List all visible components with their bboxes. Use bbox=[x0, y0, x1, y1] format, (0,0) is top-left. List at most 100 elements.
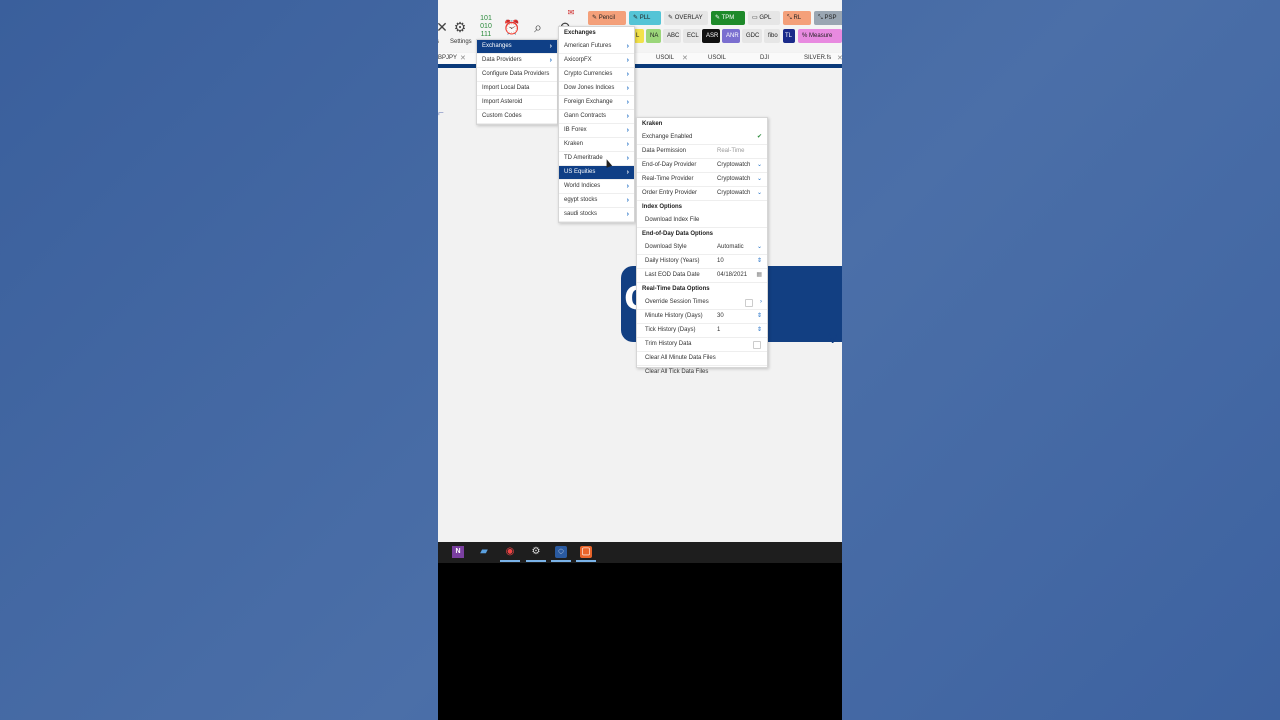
exchange-saudi-stocks[interactable]: saudi stocks › bbox=[559, 208, 634, 222]
chevron-right-icon: › bbox=[549, 57, 552, 64]
close-icon[interactable]: ✕ bbox=[682, 54, 688, 62]
gdc-button[interactable]: GDC bbox=[742, 29, 762, 43]
download-style-select[interactable]: Download Style Automatic ⌄ bbox=[637, 241, 767, 255]
tl-button[interactable]: TL bbox=[783, 29, 795, 43]
calendar-icon[interactable]: ▦ bbox=[756, 269, 762, 282]
chevron-right-icon: › bbox=[626, 127, 629, 134]
override-session-checkbox[interactable] bbox=[745, 299, 753, 307]
tab-dji[interactable]: DJI bbox=[760, 55, 769, 61]
chevron-down-icon: ⌄ bbox=[756, 176, 762, 182]
close-icon[interactable]: ✕ bbox=[460, 54, 466, 62]
partial-tool-label: s bbox=[438, 39, 439, 45]
pencil-button[interactable]: ✎ Pencil bbox=[588, 11, 626, 25]
chevron-right-icon[interactable]: › bbox=[760, 296, 762, 309]
chevron-right-icon: › bbox=[626, 85, 629, 92]
alarm-icon[interactable]: ⏰ bbox=[500, 15, 524, 39]
tick-history-stepper[interactable]: Tick History (Days) 1 ⇕ bbox=[637, 324, 767, 338]
fibo-button[interactable]: fibo bbox=[764, 29, 780, 43]
menu-item-exchanges[interactable]: Exchanges › bbox=[477, 40, 557, 54]
ecl-button[interactable]: ECL bbox=[683, 29, 701, 43]
exchange-enabled-row[interactable]: Exchange Enabled ✔ bbox=[637, 131, 767, 145]
stepper-icon[interactable]: ⇕ bbox=[757, 324, 762, 337]
trim-history-checkbox[interactable] bbox=[753, 341, 761, 349]
mail-icon[interactable]: ✉ bbox=[566, 8, 576, 18]
pll-button[interactable]: ✎ PLL bbox=[629, 11, 661, 25]
exchanges-submenu: Exchanges American Futures › AxicorpFX › C… bbox=[558, 26, 635, 223]
clear-minute-files-button[interactable]: Clear All Minute Data Files bbox=[637, 352, 767, 366]
binary-icon[interactable]: 101 010 111 bbox=[474, 15, 498, 39]
oe-provider-select[interactable]: Order Entry Provider Cryptowatch ⌄ bbox=[637, 187, 767, 201]
tab-bpjpy[interactable]: BPJPY bbox=[438, 55, 457, 61]
chevron-right-icon: › bbox=[626, 113, 629, 120]
trim-history-row[interactable]: Trim History Data bbox=[637, 338, 767, 352]
exchange-crypto-currencies[interactable]: Crypto Currencies › bbox=[559, 68, 634, 82]
index-options-header: Index Options bbox=[642, 204, 683, 210]
anr-button[interactable]: ANR bbox=[722, 29, 740, 43]
chevron-right-icon: › bbox=[626, 155, 629, 162]
rl-button[interactable]: ⤡ RL bbox=[783, 11, 811, 25]
chevron-right-icon: › bbox=[626, 211, 629, 218]
chevron-down-icon: ⌄ bbox=[756, 162, 762, 168]
abc-button[interactable]: ABC bbox=[663, 29, 681, 43]
tpm-button[interactable]: ✎ TPM bbox=[711, 11, 745, 25]
exchange-kraken[interactable]: Kraken › bbox=[559, 138, 634, 152]
override-session-times-row[interactable]: Override Session Times › bbox=[637, 296, 767, 310]
chevron-right-icon: › bbox=[626, 99, 629, 106]
na-button[interactable]: NA bbox=[646, 29, 661, 43]
gpl-button[interactable]: ▭ GPL bbox=[748, 11, 780, 25]
chrome-icon[interactable]: ◉ bbox=[500, 546, 520, 562]
menu-item-import-asteroid[interactable]: Import Asteroid bbox=[477, 96, 557, 110]
submenu-header: Exchanges bbox=[564, 30, 596, 36]
data-permission-row: Data Permission Real-Time bbox=[637, 145, 767, 159]
menu-item-configure-data-providers[interactable]: Configure Data Providers bbox=[477, 68, 557, 82]
asr-button[interactable]: ASR bbox=[702, 29, 720, 43]
chevron-down-icon: ⌄ bbox=[756, 190, 762, 196]
tab-silver[interactable]: SILVER.fs bbox=[804, 55, 831, 61]
data-main-menu: Exchanges › Data Providers › Configure Dat… bbox=[476, 39, 558, 125]
menu-item-data-providers[interactable]: Data Providers › bbox=[477, 54, 557, 68]
exchange-gann-contracts[interactable]: Gann Contracts › bbox=[559, 110, 634, 124]
chevron-down-icon: ⌄ bbox=[756, 244, 762, 250]
exchange-td-ameritrade[interactable]: TD Ameritrade › bbox=[559, 152, 634, 166]
stepper-icon[interactable]: ⇕ bbox=[757, 310, 762, 323]
gear-icon[interactable]: ⚙ bbox=[526, 546, 546, 562]
chevron-right-icon: › bbox=[626, 57, 629, 64]
exchange-foreign-exchange[interactable]: Foreign Exchange › bbox=[559, 96, 634, 110]
measure-button[interactable]: % Measure bbox=[798, 29, 842, 43]
tab-usoil-2[interactable]: USOIL bbox=[708, 55, 726, 61]
menu-item-import-local-data[interactable]: Import Local Data bbox=[477, 82, 557, 96]
app-icon[interactable]: ◌ bbox=[551, 546, 571, 562]
menu-item-custom-codes[interactable]: Custom Codes bbox=[477, 110, 557, 124]
exchange-american-futures[interactable]: American Futures › bbox=[559, 40, 634, 54]
eod-provider-select[interactable]: End-of-Day Provider Cryptowatch ⌄ bbox=[637, 159, 767, 173]
tab-usoil-1[interactable]: USOIL bbox=[656, 55, 674, 61]
folder-icon[interactable]: ▰ bbox=[478, 546, 490, 558]
orange-app-icon[interactable]: ▢ bbox=[576, 546, 596, 562]
l-button[interactable]: L bbox=[634, 29, 644, 43]
exchange-world-indices[interactable]: World Indices › bbox=[559, 180, 634, 194]
daily-history-stepper[interactable]: Daily History (Years) 10 ⇕ bbox=[637, 255, 767, 269]
chevron-right-icon: › bbox=[626, 169, 629, 176]
onenote-icon[interactable]: N bbox=[452, 546, 464, 558]
psp-button[interactable]: ⤡ PSP bbox=[814, 11, 842, 25]
chevron-right-icon: › bbox=[626, 141, 629, 148]
close-icon[interactable]: ✕ bbox=[837, 54, 842, 62]
last-eod-date-field[interactable]: Last EOD Data Date 04/18/2021 ▦ bbox=[637, 269, 767, 283]
search-icon[interactable]: ⌕ bbox=[526, 15, 550, 39]
taskbar: N ▰ ◉ ⚙ ◌ ▢ bbox=[438, 542, 842, 563]
settings-icon[interactable]: ⚙ bbox=[448, 15, 472, 39]
exchange-dow-jones-indices[interactable]: Dow Jones Indices › bbox=[559, 82, 634, 96]
rt-provider-select[interactable]: Real-Time Provider Cryptowatch ⌄ bbox=[637, 173, 767, 187]
partial-drawing-icon: ⌐ bbox=[438, 108, 444, 119]
panel-title: Kraken bbox=[642, 121, 663, 127]
exchange-axicorpfx[interactable]: AxicorpFX › bbox=[559, 54, 634, 68]
download-index-file-button[interactable]: Download Index File bbox=[637, 214, 767, 228]
overlay-button[interactable]: ✎ OVERLAY bbox=[664, 11, 708, 25]
stepper-icon[interactable]: ⇕ bbox=[757, 255, 762, 268]
minute-history-stepper[interactable]: Minute History (Days) 30 ⇕ bbox=[637, 310, 767, 324]
exchange-us-equities[interactable]: US Equities › bbox=[559, 166, 634, 180]
exchange-ib-forex[interactable]: IB Forex › bbox=[559, 124, 634, 138]
checkmark-icon[interactable]: ✔ bbox=[757, 131, 762, 144]
clear-tick-files-button[interactable]: Clear All Tick Data Files bbox=[637, 366, 767, 379]
exchange-egypt-stocks[interactable]: egypt stocks › bbox=[559, 194, 634, 208]
